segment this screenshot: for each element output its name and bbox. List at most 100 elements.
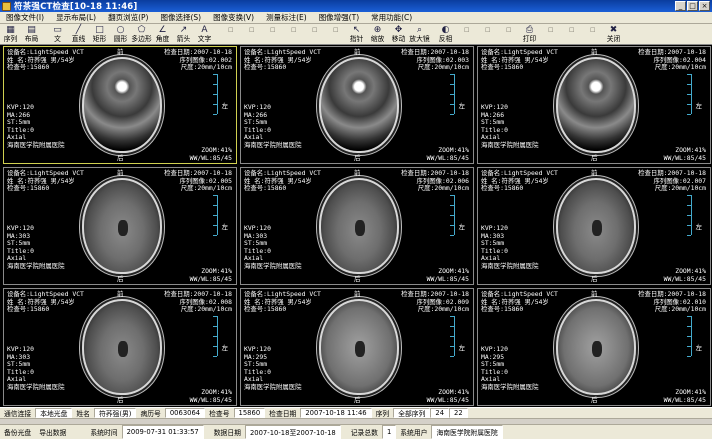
menu-item-2[interactable]: 翻页浏览(P) (102, 12, 154, 23)
orientation-left-line: 左 (458, 344, 465, 352)
ruler-tick (687, 104, 691, 105)
toolbar-button-14[interactable]: ▫ (262, 24, 283, 45)
ct-image-tile[interactable]: 设备名:LightSpeed VCT 姓 名:符荞强 男/54岁 检查号:15860… (477, 167, 711, 285)
total-label: 记录总数 (350, 429, 378, 437)
toolbar-button-9[interactable]: ↗ 箭头 (173, 24, 194, 45)
scale-ruler (212, 316, 218, 357)
ruler-tick (213, 235, 217, 236)
seq-value[interactable]: 全部序列 (393, 408, 431, 418)
orientation-back-line: 后 (354, 154, 361, 162)
close-window-button[interactable]: × (699, 1, 710, 11)
toolbar-button-0[interactable]: ▦ 序列 (0, 24, 21, 45)
toolbar-button-label: 箭头 (176, 35, 191, 43)
overlay-bottom-right: ZOOM:41% WW/WL:85/45 (664, 146, 706, 162)
toolbar-button-5[interactable]: □ 矩形 (89, 24, 110, 45)
orientation-front: 前 (117, 169, 123, 178)
toolbar-button-26[interactable]: ▫ (498, 24, 519, 45)
orientation-back: 后 (591, 275, 597, 284)
pointer-icon: ↖ (352, 25, 361, 35)
menu-item-6[interactable]: 图像增强(T) (313, 12, 365, 23)
toolbar-button-18[interactable]: ↖ 指针 (346, 24, 367, 45)
toolbar-button-29[interactable]: ▫ (561, 24, 582, 45)
toolbar-button-30[interactable]: ▫ (582, 24, 603, 45)
toolbar-button-12[interactable]: ▫ (220, 24, 241, 45)
toolbar-button-20[interactable]: ✥ 移动 (388, 24, 409, 45)
toolbar-button-21[interactable]: ⌕ 放大镜 (409, 24, 430, 45)
tool-icon: ▫ (248, 25, 255, 35)
toolbar-button-10[interactable]: A 文字 (194, 24, 215, 45)
ruler-tick (450, 356, 454, 357)
ct-image-tile[interactable]: 设备名:LightSpeed VCT 姓 名:符荞强 男/54岁 检查号:15860… (240, 288, 474, 406)
grid-icon: ▦ (6, 25, 15, 35)
tool-icon: ▫ (568, 25, 575, 35)
toolbar-button-label: 移动 (391, 35, 406, 43)
date-value: 2007-10-18 11:46 (300, 408, 372, 418)
ct-image-tile[interactable]: 设备名:LightSpeed VCT 姓 名:符荞强 男/54岁 检查号:15860… (3, 46, 237, 164)
ct-image-tile[interactable]: 设备名:LightSpeed VCT 姓 名:符荞强 男/54岁 检查号:15860… (477, 288, 711, 406)
ct-image-tile[interactable]: 设备名:LightSpeed VCT 姓 名:符荞强 男/54岁 检查号:15860… (240, 167, 474, 285)
menu-item-5[interactable]: 测量标注(E) (260, 12, 313, 23)
ct-image-tile[interactable]: 设备名:LightSpeed VCT 姓 名:符荞强 男/54岁 检查号:15860… (3, 288, 237, 406)
orientation-front-line: 前 (591, 290, 598, 298)
orientation-left: 左 (222, 102, 228, 111)
orientation-front-line: 前 (354, 169, 361, 177)
toolbar-button-label: 角度 (155, 35, 170, 43)
toolbar-button-28[interactable]: ▫ (540, 24, 561, 45)
toolbar-button-19[interactable]: ⊕ 缩放 (367, 24, 388, 45)
toolbar-button-25[interactable]: ▫ (477, 24, 498, 45)
menu-item-0[interactable]: 图像文件(I) (0, 12, 50, 23)
ct-image-tile[interactable]: 设备名:LightSpeed VCT 姓 名:符荞强 男/54岁 检查号:15860… (3, 167, 237, 285)
ruler-tick (213, 104, 217, 105)
text-icon: ▭ (53, 25, 62, 35)
toolbar-button-31[interactable]: ✖ 关闭 (603, 24, 624, 45)
menu-item-3[interactable]: 图像选择(S) (154, 12, 207, 23)
toolbar-button-27[interactable]: ⎙ 打印 (519, 24, 540, 45)
toolbar-button-label: 放大镜 (409, 35, 430, 43)
count-2: 22 (449, 408, 468, 418)
ct-image-tile[interactable]: 设备名:LightSpeed VCT 姓 名:符荞强 男/54岁 检查号:15860… (477, 46, 711, 164)
overlay-bottom-right-line: WW/WL:85/45 (426, 395, 469, 404)
toolbar-button-6[interactable]: ○ 圆形 (110, 24, 131, 45)
angle-icon: ∠ (158, 25, 167, 35)
toolbar-button-3[interactable]: ▭ 文 (47, 24, 68, 45)
menu-item-7[interactable]: 常用功能(C) (365, 12, 418, 23)
ruler-tick (213, 326, 217, 327)
count-1: 24 (430, 408, 450, 418)
overlay-bottom-left-line: 海南医学院附属医院 (481, 140, 539, 149)
overlay-bottom-left: KVP:120 MA:303 ST:5mm Title:0 Axial 海南医学院附属医院 (481, 224, 539, 270)
toolbar-button-23[interactable]: ◐ 反相 (435, 24, 456, 45)
toolbar-button-17[interactable]: ▫ (325, 24, 346, 45)
ruler-tick (450, 195, 454, 196)
menu-item-1[interactable]: 显示布局(L) (50, 12, 102, 23)
toolbar-button-16[interactable]: ▫ (304, 24, 325, 45)
ventricle-shape (118, 341, 128, 357)
toolbar-button-4[interactable]: ╱ 直线 (68, 24, 89, 45)
overlay-top-left: 设备名:LightSpeed VCT 姓 名:符荞强 男/54岁 检查号:15860 (7, 169, 84, 193)
overlay-top-right: 检查日期:2007-10-18 序列图像:02.010 尺度:20mm/10cm (638, 290, 706, 314)
tool-icon: ▫ (290, 25, 297, 35)
overlay-top-right: 检查日期:2007-10-18 序列图像:02.007 尺度:20mm/10cm (638, 169, 706, 193)
toolbar-button-8[interactable]: ∠ 角度 (152, 24, 173, 45)
export-data-button[interactable]: 导出数据 (35, 425, 70, 439)
orientation-front: 前 (591, 290, 598, 299)
backup-disc-button[interactable]: 备份光盘 (0, 425, 35, 439)
maximize-button[interactable]: □ (687, 1, 698, 11)
toolbar-button-7[interactable]: ⬠ 多边形 (131, 24, 152, 45)
ct-slice-image (319, 57, 399, 153)
toolbar-button-24[interactable]: ▫ (456, 24, 477, 45)
ruler-tick (213, 225, 217, 226)
ct-image-tile[interactable]: 设备名:LightSpeed VCT 姓 名:符荞强 男/54岁 检查号:15860… (240, 46, 474, 164)
minimize-button[interactable]: _ (675, 1, 686, 11)
patient-status-bar: 通信连接 本地光盘 姓名 符荞强(男) 病历号 0063064 检查号 1586… (0, 407, 712, 419)
ruler-tick (213, 215, 217, 216)
ruler-tick (450, 215, 454, 216)
orientation-left: 左 (458, 344, 465, 353)
systime-label: 系统时间 (90, 429, 118, 437)
toolbar-button-1[interactable]: ▤ 布局 (21, 24, 42, 45)
toolbar-button-13[interactable]: ▫ (241, 24, 262, 45)
total-value: 1 (381, 425, 397, 439)
tool-icon: ▫ (505, 25, 512, 35)
toolbar-button-15[interactable]: ▫ (283, 24, 304, 45)
overlay-top-left: 设备名:LightSpeed VCT 姓 名:符荞强 男/54岁 检查号:15860 (244, 290, 321, 314)
menu-item-4[interactable]: 图像变换(V) (207, 12, 260, 23)
